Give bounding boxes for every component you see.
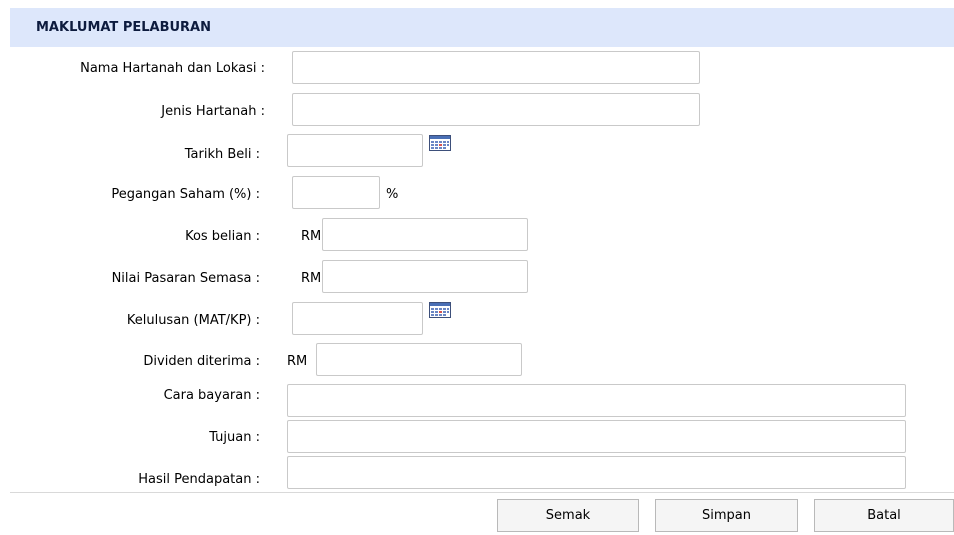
dividen-prefix: RM: [287, 354, 308, 369]
kos-belian-input[interactable]: [322, 218, 528, 251]
divider: [10, 492, 954, 493]
calendar-icon[interactable]: [429, 302, 451, 318]
nama-hartanah-input[interactable]: [292, 51, 700, 84]
nilai-prefix: RM: [301, 271, 322, 286]
label-tarikh-beli: Tarikh Beli :: [184, 147, 260, 162]
kelulusan-input[interactable]: [292, 302, 423, 335]
section-header: MAKLUMAT PELABURAN: [10, 8, 954, 47]
tarikh-beli-input[interactable]: [287, 134, 423, 167]
label-jenis-hartanah: Jenis Hartanah :: [161, 104, 265, 119]
hasil-pendapatan-input[interactable]: [287, 456, 906, 489]
semak-button[interactable]: Semak: [497, 499, 639, 532]
label-nilai-pasaran: Nilai Pasaran Semasa :: [111, 271, 260, 286]
label-pegangan-saham: Pegangan Saham (%) :: [111, 187, 260, 202]
tujuan-input[interactable]: [287, 420, 906, 453]
jenis-hartanah-input[interactable]: [292, 93, 700, 126]
simpan-button[interactable]: Simpan: [655, 499, 798, 532]
label-nama-hartanah: Nama Hartanah dan Lokasi :: [80, 61, 265, 76]
percent-suffix: %: [386, 187, 399, 202]
calendar-icon[interactable]: [429, 135, 451, 151]
kos-prefix: RM: [301, 229, 322, 244]
label-cara-bayaran: Cara bayaran :: [163, 388, 260, 403]
label-kos-belian: Kos belian :: [185, 229, 260, 244]
dividen-input[interactable]: [316, 343, 522, 376]
label-hasil-pendapatan: Hasil Pendapatan :: [138, 472, 260, 487]
label-tujuan: Tujuan :: [209, 430, 260, 445]
label-dividen: Dividen diterima :: [143, 354, 260, 369]
batal-button[interactable]: Batal: [814, 499, 954, 532]
label-kelulusan: Kelulusan (MAT/KP) :: [126, 313, 260, 328]
pegangan-saham-input[interactable]: [292, 176, 380, 209]
cara-bayaran-input[interactable]: [287, 384, 906, 417]
nilai-pasaran-input[interactable]: [322, 260, 528, 293]
